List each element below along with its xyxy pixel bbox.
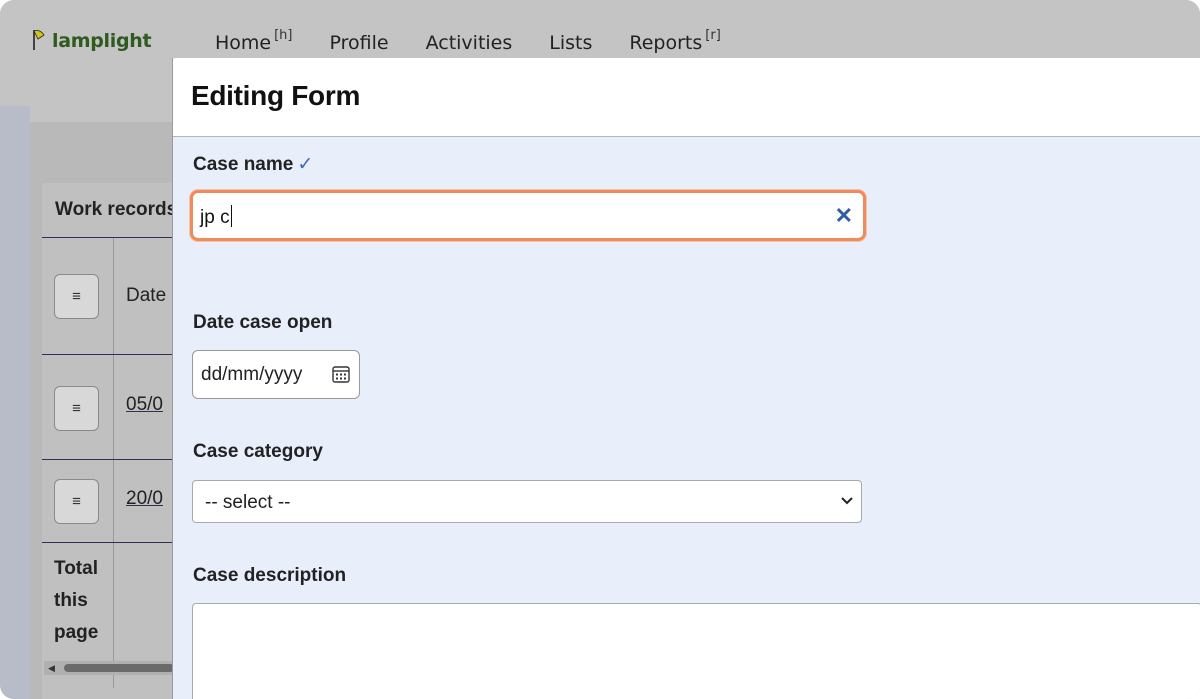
chevron-down-icon [841, 497, 853, 505]
logo-text: lamplight [52, 30, 152, 52]
case-category-select[interactable]: -- select -- [192, 480, 862, 523]
nav-profile[interactable]: Profile [330, 32, 389, 54]
row-date-link[interactable]: 20/0 [126, 488, 174, 510]
clear-icon[interactable]: ✕ [835, 203, 853, 229]
total-line: Total [54, 558, 98, 579]
case-name-value: jp c [200, 205, 232, 229]
case-category-label: Case category [193, 441, 323, 462]
nav-reports-shortcut: [r] [705, 28, 721, 43]
total-this-page: Total this page [54, 553, 98, 649]
nav-lists[interactable]: Lists [549, 32, 592, 54]
app-logo[interactable]: lamplight [30, 28, 152, 52]
menu-icon[interactable]: ≡ [54, 479, 99, 524]
nav-profile-label: Profile [329, 32, 389, 54]
nav-home[interactable]: Home [h] [215, 28, 293, 54]
case-name-label: Case name ✓ [193, 153, 313, 176]
nav-home-shortcut: [h] [274, 28, 293, 43]
check-icon: ✓ [297, 154, 314, 175]
nav-reports[interactable]: Reports [r] [629, 28, 720, 54]
date-case-open-input[interactable]: dd/mm/yyyy [192, 350, 360, 399]
nav-activities[interactable]: Activities [426, 32, 513, 54]
case-category-value: -- select -- [205, 492, 291, 513]
nav-home-label: Home [215, 32, 272, 54]
scroll-thumb[interactable] [64, 664, 174, 672]
date-placeholder: dd/mm/yyyy [201, 364, 303, 385]
date-case-open-label: Date case open [193, 312, 333, 333]
modal-header: Editing Form [173, 58, 1200, 137]
horizontal-scrollbar[interactable]: ◀ [44, 661, 174, 675]
case-name-input[interactable]: jp c ✕ [190, 190, 866, 241]
case-name-label-text: Case name [193, 154, 294, 175]
total-line: this [54, 590, 88, 611]
background-sidebar [0, 106, 30, 699]
row-date-link[interactable]: 05/0 [126, 394, 174, 416]
nav-reports-label: Reports [629, 32, 703, 54]
editing-form-modal: Editing Form Case name ✓ jp c ✕ Date case… [172, 58, 1200, 699]
menu-icon[interactable]: ≡ [54, 386, 99, 431]
case-description-label: Case description [193, 565, 347, 586]
main-nav: Home [h] Profile Activities Lists Report… [215, 28, 721, 54]
case-name-text: jp c [200, 207, 230, 228]
column-date-header[interactable]: Date [126, 285, 174, 307]
scroll-left-icon[interactable]: ◀ [48, 663, 55, 674]
total-line: page [54, 622, 99, 643]
lamp-logo-icon [33, 30, 45, 50]
work-records-header: Work records [42, 183, 182, 238]
calendar-icon[interactable] [331, 364, 351, 384]
modal-title: Editing Form [191, 80, 361, 111]
text-caret [230, 205, 232, 227]
menu-icon[interactable]: ≡ [54, 274, 99, 319]
app-window: lamplight Home [h] Profile Activities Li… [0, 0, 1200, 699]
nav-activities-label: Activities [425, 32, 513, 54]
case-description-textarea[interactable] [192, 603, 1200, 699]
nav-lists-label: Lists [549, 32, 593, 54]
